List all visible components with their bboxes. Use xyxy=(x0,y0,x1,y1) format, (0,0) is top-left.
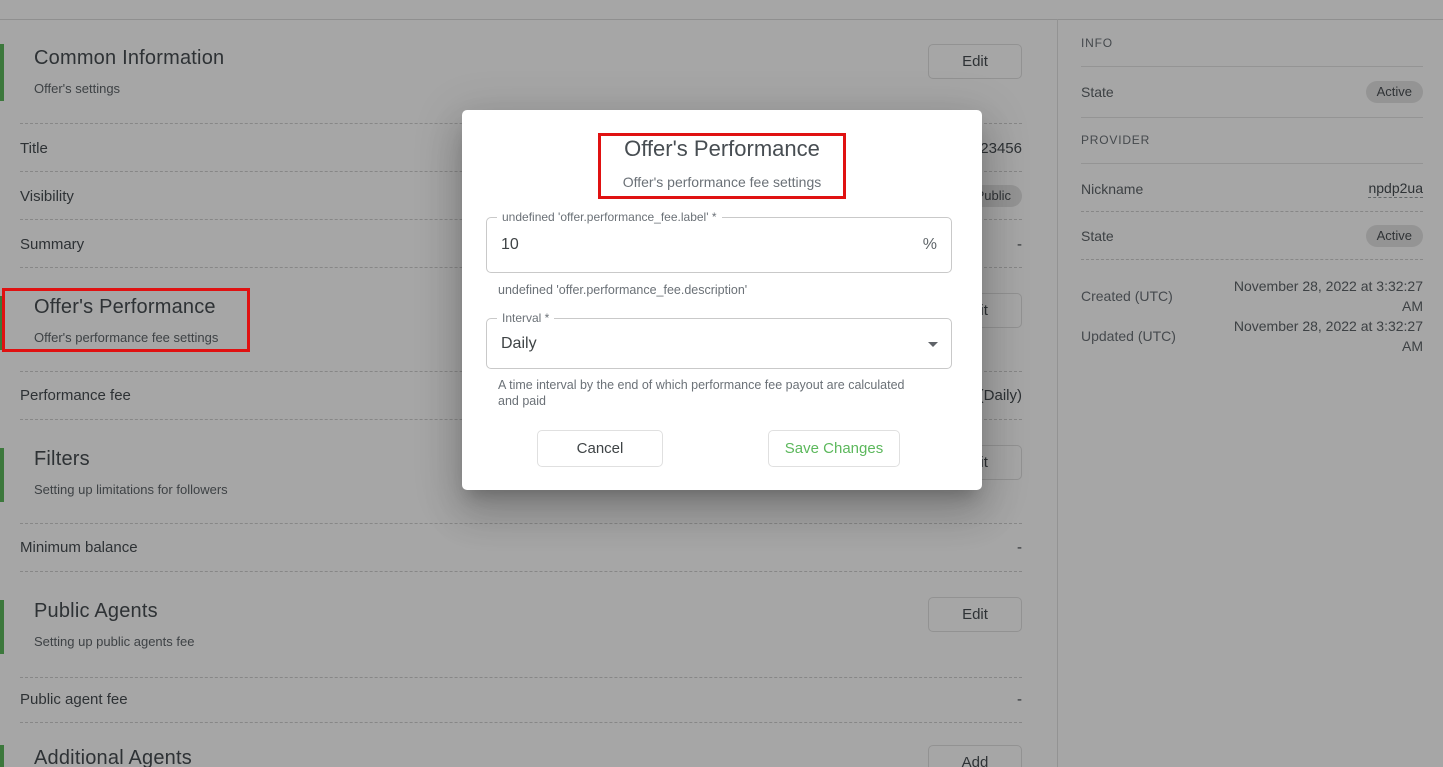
performance-fee-field[interactable]: undefined 'offer.performance_fee.label' … xyxy=(486,217,952,273)
offers-performance-dialog: Offer's Performance Offer's performance … xyxy=(462,110,982,490)
percent-suffix: % xyxy=(923,236,937,254)
interval-select-label: Interval * xyxy=(497,311,554,325)
save-changes-button[interactable]: Save Changes xyxy=(768,430,900,467)
interval-select[interactable]: Interval * Daily xyxy=(486,318,952,369)
chevron-down-icon xyxy=(928,342,938,347)
dialog-subtitle: Offer's performance fee settings xyxy=(462,174,982,190)
interval-selected-value: Daily xyxy=(501,335,537,353)
interval-helper: A time interval by the end of which perf… xyxy=(498,377,928,409)
performance-fee-input[interactable] xyxy=(501,236,881,254)
dialog-title: Offer's Performance xyxy=(462,136,982,162)
performance-fee-helper: undefined 'offer.performance_fee.descrip… xyxy=(498,282,747,298)
cancel-button[interactable]: Cancel xyxy=(537,430,663,467)
performance-fee-field-label: undefined 'offer.performance_fee.label' … xyxy=(497,210,722,224)
